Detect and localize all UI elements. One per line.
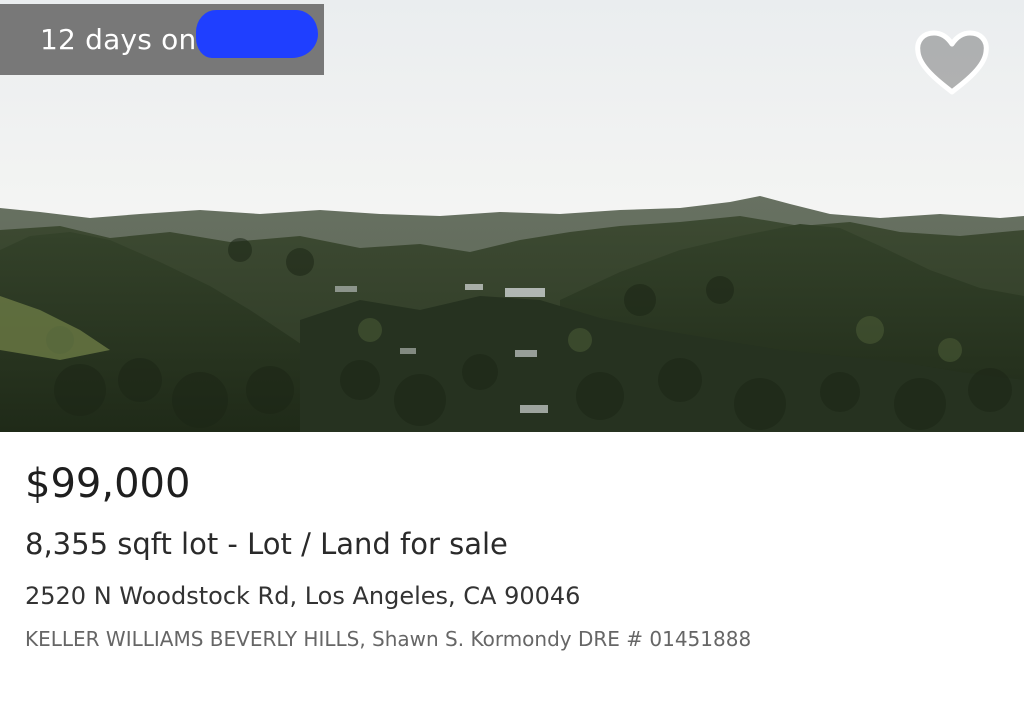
listing-price: $99,000 <box>25 461 191 507</box>
lot-size: 8,355 sqft lot <box>25 527 219 561</box>
days-on-site-text: 12 days on <box>40 23 197 56</box>
listing-details: $99,000 8,355 sqft lot - Lot / Land for … <box>25 452 1004 653</box>
listing-photo[interactable]: 12 days on <box>0 0 1024 432</box>
listing-summary: 8,355 sqft lot - Lot / Land for sale <box>25 524 1004 564</box>
summary-separator: - <box>218 527 248 561</box>
listing-address[interactable]: 2520 N Woodstock Rd, Los Angeles, CA 900… <box>25 579 1004 613</box>
listing-card[interactable]: 12 days on $99,000 8,355 sqft lot - Lot … <box>0 0 1024 718</box>
redacted-site-name <box>196 10 318 58</box>
listing-type: Lot / Land for sale <box>247 527 508 561</box>
favorite-button[interactable] <box>912 28 992 98</box>
heart-icon <box>915 30 989 95</box>
listing-broker: KELLER WILLIAMS BEVERLY HILLS, Shawn S. … <box>25 627 752 651</box>
